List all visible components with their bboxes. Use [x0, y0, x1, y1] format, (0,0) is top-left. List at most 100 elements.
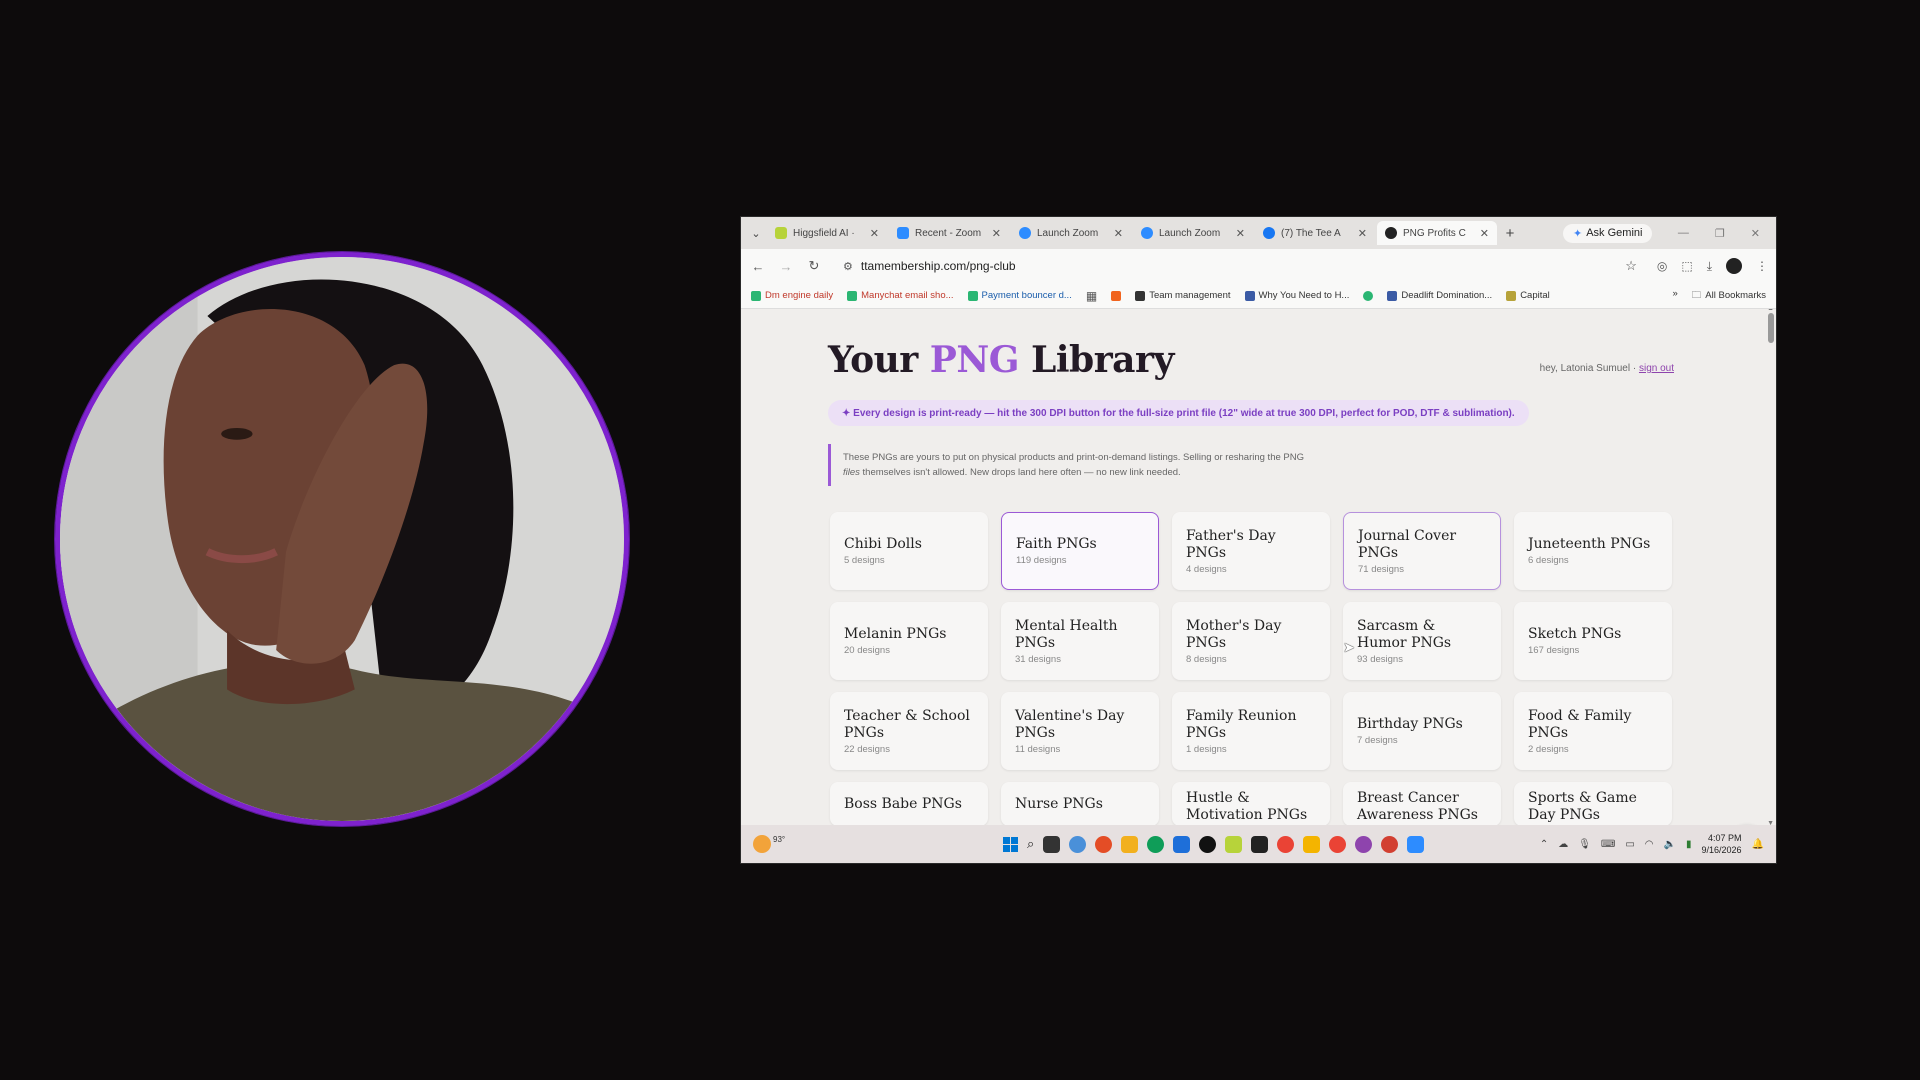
file-explorer-icon[interactable]	[1121, 835, 1139, 853]
category-card[interactable]: Mental Health PNGs 31 designs	[1001, 602, 1159, 680]
category-card[interactable]: Father's Day PNGs 4 designs	[1172, 512, 1330, 590]
browser-tab[interactable]: Higgsfield AI · ✕	[767, 221, 887, 245]
app-icon[interactable]	[1199, 835, 1217, 853]
edge-icon[interactable]	[1147, 835, 1165, 853]
close-tab-icon[interactable]: ✕	[992, 227, 1001, 240]
chrome-icon[interactable]	[1329, 835, 1347, 853]
chevron-up-icon[interactable]: ⌃	[1540, 839, 1548, 850]
category-card[interactable]: Food & Family PNGs 2 designs	[1514, 692, 1672, 770]
app-icon[interactable]	[1069, 835, 1087, 853]
category-card[interactable]: Nurse PNGs	[1001, 782, 1159, 825]
bookmark-item[interactable]	[1111, 290, 1122, 301]
bookmark-item[interactable]: Team management	[1135, 290, 1231, 301]
restore-icon[interactable]: ❐	[1715, 227, 1725, 240]
sign-out-link[interactable]: sign out	[1639, 363, 1674, 374]
store-icon[interactable]	[1173, 835, 1191, 853]
category-card[interactable]: Faith PNGs 119 designs	[1001, 512, 1159, 590]
category-card[interactable]: Valentine's Day PNGs 11 designs	[1001, 692, 1159, 770]
chrome-icon[interactable]	[1277, 835, 1295, 853]
app-icon[interactable]	[1303, 835, 1321, 853]
volume-icon[interactable]: 🔈	[1664, 839, 1676, 850]
browser-tab[interactable]: Launch Zoom ✕	[1011, 221, 1131, 245]
forward-arrow-icon[interactable]: →	[777, 259, 795, 274]
address-bar[interactable]: ⚙ ttamembership.com/png-club ☆	[833, 253, 1647, 279]
display-icon[interactable]: ▭	[1625, 839, 1634, 850]
back-arrow-icon[interactable]: ←	[749, 259, 767, 274]
all-bookmarks-button[interactable]: 🗀 All Bookmarks	[1692, 288, 1766, 304]
bookmark-item[interactable]: Capital	[1506, 290, 1550, 301]
category-card[interactable]: Mother's Day PNGs 8 designs	[1172, 602, 1330, 680]
bookmark-label: Deadlift Domination...	[1401, 290, 1493, 301]
site-info-icon[interactable]: ⚙	[843, 260, 853, 273]
close-window-icon[interactable]: ✕	[1751, 227, 1760, 240]
zoom-icon[interactable]	[1407, 835, 1425, 853]
notion-icon[interactable]	[1251, 835, 1269, 853]
category-count: 6 designs	[1528, 555, 1569, 566]
weather-widget[interactable]: 93°	[753, 835, 785, 853]
app-icon[interactable]	[1225, 835, 1243, 853]
app-icon[interactable]	[1355, 835, 1373, 853]
battery-icon[interactable]: ▮	[1686, 839, 1692, 850]
category-card[interactable]: Sports & Game Day PNGs	[1514, 782, 1672, 825]
extension-icon[interactable]: ◎	[1657, 259, 1667, 273]
cloud-off-icon[interactable]: ☁	[1558, 839, 1568, 850]
bookmark-item[interactable]: Manychat email sho...	[847, 290, 954, 301]
category-card[interactable]: Sketch PNGs 167 designs	[1514, 602, 1672, 680]
windows-start-icon[interactable]	[1003, 836, 1018, 852]
category-card[interactable]: Family Reunion PNGs 1 designs	[1172, 692, 1330, 770]
bookmark-label: Team management	[1149, 290, 1231, 301]
reload-icon[interactable]: ↻	[805, 258, 823, 274]
browser-tab[interactable]: Launch Zoom ✕	[1133, 221, 1253, 245]
tab-search-icon[interactable]: ⌄	[747, 224, 765, 242]
notification-bell-icon[interactable]: 🔔	[1752, 839, 1764, 850]
category-card[interactable]: Chibi Dolls 5 designs	[830, 512, 988, 590]
category-card[interactable]: Juneteenth PNGs 6 designs	[1514, 512, 1672, 590]
app-icon[interactable]	[1095, 835, 1113, 853]
profile-avatar[interactable]	[1726, 258, 1742, 274]
bookmark-item[interactable]	[1363, 290, 1374, 301]
category-count: 20 designs	[844, 645, 890, 656]
category-card[interactable]: Breast Cancer Awareness PNGs	[1343, 782, 1501, 825]
bookmark-item[interactable]: Payment bouncer d...	[967, 290, 1072, 301]
category-card[interactable]: Sarcasm & Humor PNGs 93 designs	[1343, 602, 1501, 680]
browser-tab-active[interactable]: PNG Profits C ✕	[1377, 221, 1497, 245]
minimize-icon[interactable]: —	[1678, 227, 1689, 240]
task-view-icon[interactable]	[1043, 835, 1061, 853]
ask-gemini-button[interactable]: ✦ Ask Gemini	[1563, 223, 1653, 243]
bookmark-item[interactable]: Deadlift Domination...	[1387, 290, 1492, 301]
category-card[interactable]: Birthday PNGs 7 designs	[1343, 692, 1501, 770]
address-bar-url[interactable]: ttamembership.com/png-club	[861, 259, 1016, 273]
scroll-up-icon[interactable]: ▲	[1767, 309, 1774, 312]
wifi-icon[interactable]: ◠	[1645, 839, 1654, 850]
download-icon[interactable]: ⤓	[1707, 259, 1712, 274]
close-tab-icon[interactable]: ✕	[1114, 227, 1123, 240]
category-card[interactable]: Melanin PNGs 20 designs	[830, 602, 988, 680]
taskbar-clock[interactable]: 4:07 PM 9/16/2026	[1702, 832, 1742, 856]
browser-menu-icon[interactable]: ⋮	[1756, 259, 1768, 273]
app-icon[interactable]	[1381, 835, 1399, 853]
extensions-puzzle-icon[interactable]: ⬚	[1681, 259, 1692, 273]
etsy-icon	[1111, 290, 1122, 301]
new-tab-icon[interactable]: +	[1499, 225, 1521, 242]
category-card[interactable]: Boss Babe PNGs	[830, 782, 988, 825]
close-tab-icon[interactable]: ✕	[1480, 227, 1489, 240]
close-tab-icon[interactable]: ✕	[1358, 227, 1367, 240]
apps-grid-icon[interactable]: ▦	[1086, 289, 1097, 303]
bookmark-item[interactable]: Why You Need to H...	[1244, 290, 1349, 301]
category-card[interactable]: Teacher & School PNGs 22 designs	[830, 692, 988, 770]
close-tab-icon[interactable]: ✕	[870, 227, 879, 240]
bookmark-label: Manychat email sho...	[861, 290, 954, 301]
browser-tab[interactable]: (7) The Tee A ✕	[1255, 221, 1375, 245]
category-card[interactable]: Journal Cover PNGs 71 designs	[1343, 512, 1501, 590]
search-icon[interactable]: ⌕	[1027, 836, 1034, 852]
more-bookmarks-icon[interactable]: »	[1672, 288, 1677, 304]
category-card[interactable]: Hustle & Motivation PNGs	[1172, 782, 1330, 825]
keyboard-icon[interactable]: ⌨	[1601, 839, 1615, 850]
capital-icon	[1506, 290, 1517, 301]
browser-tab[interactable]: Recent - Zoom ✕	[889, 221, 1009, 245]
scrollbar[interactable]	[1768, 313, 1774, 343]
bookmark-star-icon[interactable]: ☆	[1625, 258, 1637, 274]
microphone-icon[interactable]: 🎙	[1578, 839, 1591, 850]
close-tab-icon[interactable]: ✕	[1236, 227, 1245, 240]
bookmark-item[interactable]: Dm engine daily	[751, 290, 833, 301]
